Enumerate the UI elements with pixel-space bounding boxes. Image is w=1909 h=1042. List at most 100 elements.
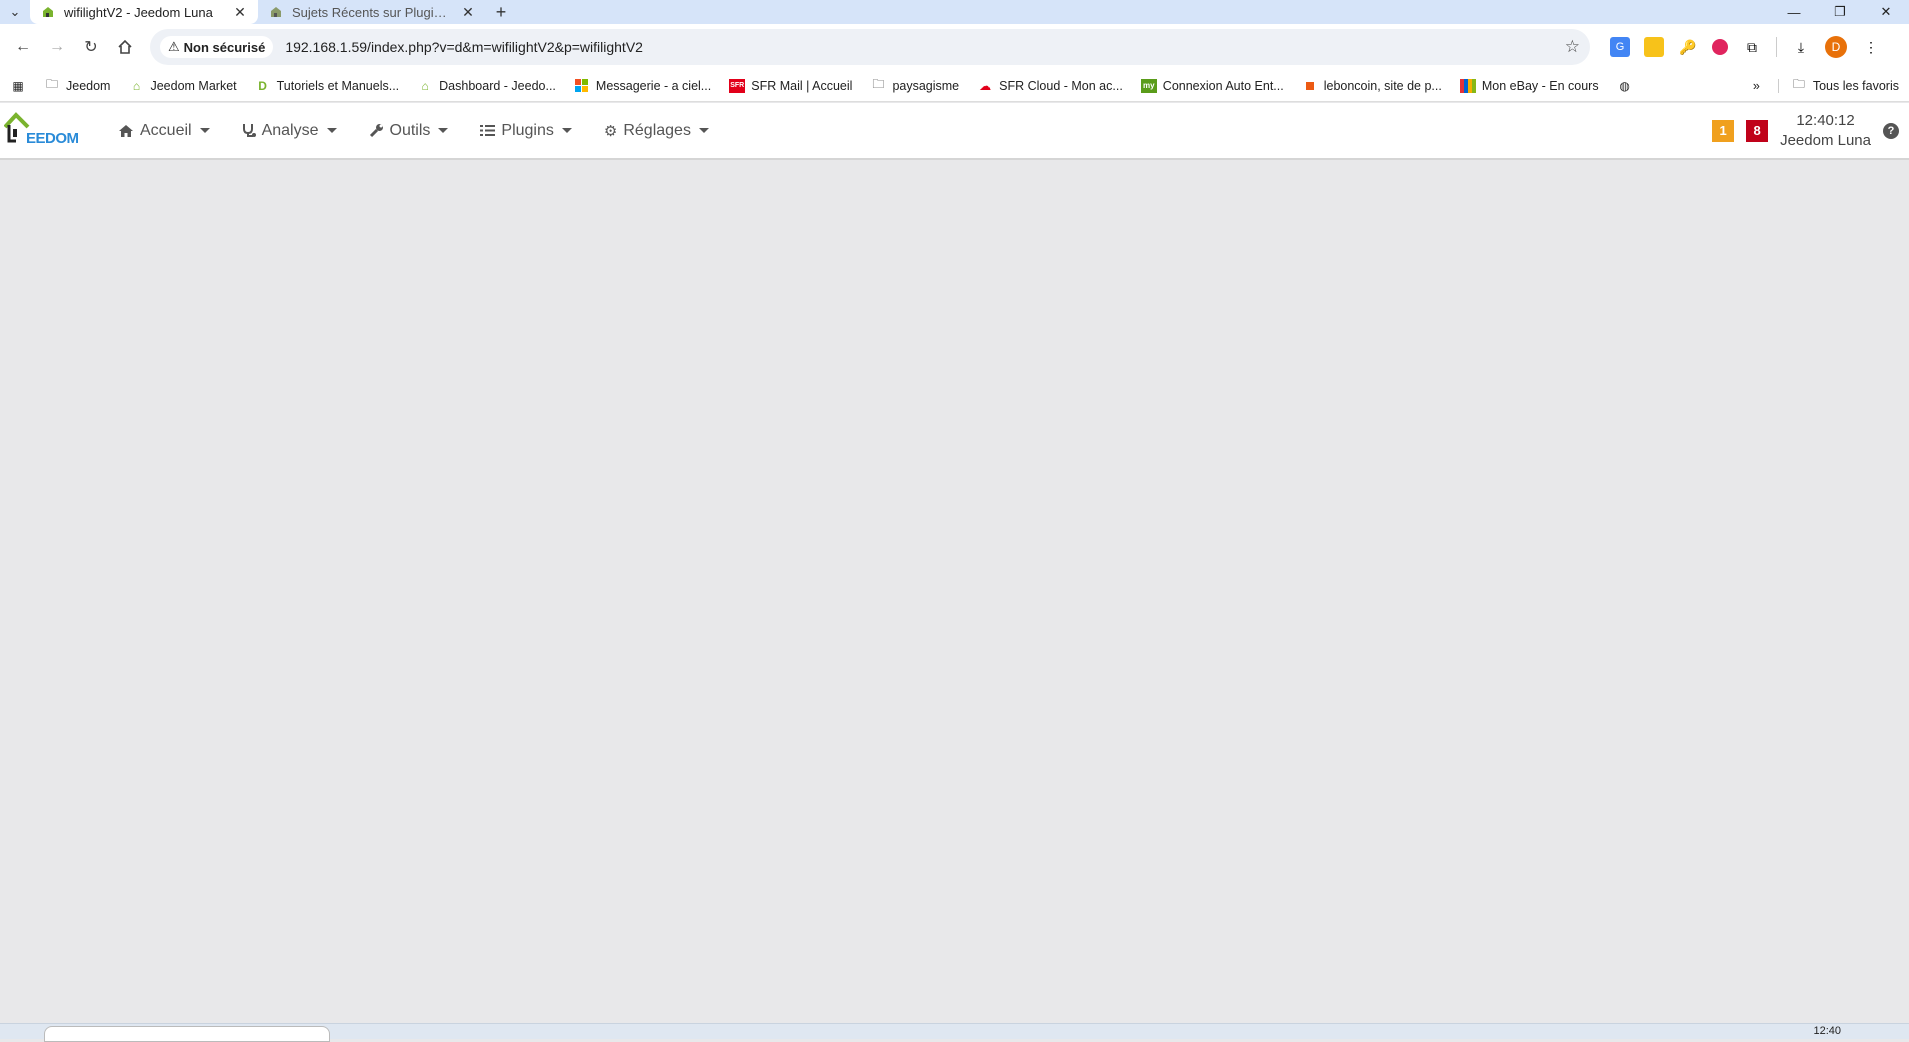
home-button[interactable] xyxy=(108,30,142,64)
leboncoin-icon xyxy=(1302,79,1318,93)
home-icon xyxy=(118,39,132,54)
bookmark-ebay[interactable]: Mon eBay - En cours xyxy=(1459,78,1599,93)
browser-tab-strip: ⌄ wifilightV2 - Jeedom Luna ✕ Sujets Réc… xyxy=(0,0,1909,24)
url-text[interactable]: 192.168.1.59/index.php?v=d&m=wifilightV2… xyxy=(285,39,1564,55)
caret-down-icon xyxy=(698,128,709,133)
forward-button[interactable]: → xyxy=(40,30,74,64)
jeedom-icon: ⌂ xyxy=(421,78,429,93)
menu-accueil[interactable]: Accueil xyxy=(102,102,226,159)
extension-red-icon[interactable] xyxy=(1712,39,1728,55)
plus-icon: + xyxy=(495,1,507,22)
chevron-down-icon: ⌄ xyxy=(9,4,21,19)
cloud-icon: ☁ xyxy=(979,78,992,93)
browser-toolbar: ← → ↻ ⚠ Non sécurisé 192.168.1.59/index.… xyxy=(0,24,1909,70)
jeedom-logo[interactable]: EEDOM xyxy=(4,111,86,151)
bookmark-globe[interactable]: ◍ xyxy=(1617,79,1633,93)
help-icon[interactable]: ? xyxy=(1883,122,1899,139)
bookmark-sfr-mail[interactable]: SFR SFR Mail | Accueil xyxy=(729,78,852,93)
key-icon[interactable]: 🔑 xyxy=(1678,37,1698,57)
download-icon[interactable]: ⤓ xyxy=(1791,37,1811,57)
menu-plugins[interactable]: Plugins xyxy=(464,102,587,159)
jeedom-icon: ⌂ xyxy=(132,78,141,93)
tab-search-button[interactable]: ⌄ xyxy=(0,0,30,24)
folder-icon: 🗀 xyxy=(1792,77,1805,91)
bookmark-dashboard[interactable]: ⌂ Dashboard - Jeedo... xyxy=(417,79,556,93)
bookmark-paysagisme[interactable]: 🗀 paysagisme xyxy=(870,77,959,93)
ebay-icon xyxy=(1459,78,1476,93)
kebab-menu-icon[interactable]: ⋮ xyxy=(1861,37,1881,57)
bookmark-tutoriels[interactable]: D Tutoriels et Manuels... xyxy=(255,78,399,93)
caret-down-icon xyxy=(561,128,572,133)
browser-tab-active[interactable]: wifilightV2 - Jeedom Luna ✕ xyxy=(30,0,258,24)
close-window-icon[interactable]: ✕ xyxy=(1863,0,1909,24)
menu-outils[interactable]: Outils xyxy=(353,102,465,159)
back-button[interactable]: ← xyxy=(6,30,40,64)
microsoft-icon xyxy=(574,79,590,93)
clock-time: 12:40:12 xyxy=(1796,111,1855,129)
caret-down-icon xyxy=(438,128,449,133)
warning-icon: ⚠ xyxy=(168,39,180,54)
bookmarks-bar: ▦ 🗀 Jeedom ⌂ Jeedom Market D Tutoriels et M… xyxy=(0,70,1909,102)
caret-down-icon xyxy=(199,128,210,133)
new-tab-button[interactable]: + xyxy=(486,0,516,24)
taskbar-search-box[interactable] xyxy=(44,1026,330,1042)
divider xyxy=(1776,37,1777,57)
my-icon: my xyxy=(1140,78,1157,93)
bookmark-jeedom[interactable]: 🗀 Jeedom xyxy=(44,77,111,93)
chevron-double-right-icon[interactable]: » xyxy=(1753,79,1760,93)
warning-count-badge[interactable]: 1 xyxy=(1712,119,1735,142)
bookmark-sfr-cloud[interactable]: ☁ SFR Cloud - Mon ac... xyxy=(977,79,1123,93)
browser-tab[interactable]: Sujets Récents sur Plugins/Objets ✕ xyxy=(258,0,486,24)
puzzle-icon[interactable]: ⧉ xyxy=(1742,37,1762,57)
brand-text: EEDOM xyxy=(26,129,79,147)
d-icon: D xyxy=(258,78,267,93)
address-bar[interactable]: ⚠ Non sécurisé 192.168.1.59/index.php?v=… xyxy=(150,29,1590,65)
globe-icon: ◍ xyxy=(1619,78,1630,93)
bookmarks-right: » 🗀 Tous les favoris xyxy=(1753,77,1899,93)
close-icon[interactable]: ✕ xyxy=(232,4,248,21)
wrench-icon xyxy=(369,124,383,138)
translate-icon[interactable]: G xyxy=(1610,37,1630,57)
alert-count-badge[interactable]: 8 xyxy=(1746,119,1769,142)
bookmark-leboncoin[interactable]: leboncoin, site de p... xyxy=(1302,79,1442,93)
minimize-icon[interactable]: — xyxy=(1771,0,1817,24)
menu-reglages[interactable]: ⚙ Réglages xyxy=(588,102,725,159)
jeedom-navbar: EEDOM Accueil Analyse Outils Plugins ⚙ R… xyxy=(0,103,1909,160)
tab-title: wifilightV2 - Jeedom Luna xyxy=(64,4,213,20)
os-taskbar: 12:40 xyxy=(0,1023,1909,1042)
gear-icon: ⚙ xyxy=(603,122,618,140)
profile-avatar[interactable]: D xyxy=(1825,36,1847,58)
navbar-right: 1 8 12:40:12 Jeedom Luna ? xyxy=(1712,111,1909,151)
apps-button[interactable]: ▦ xyxy=(10,79,26,93)
system-name: Jeedom Luna xyxy=(1780,131,1871,149)
restore-icon[interactable]: ❐ xyxy=(1817,0,1863,24)
sfr-icon: SFR xyxy=(729,78,746,93)
extension-yellow-icon[interactable] xyxy=(1644,37,1664,57)
clock-box: 12:40:12 Jeedom Luna xyxy=(1780,111,1871,151)
home-icon xyxy=(119,124,133,137)
grid-icon: ▦ xyxy=(12,78,24,93)
bookmark-jeedom-market[interactable]: ⌂ Jeedom Market xyxy=(128,78,237,93)
jeedom-house-icon xyxy=(4,111,30,142)
all-bookmarks-folder[interactable]: 🗀 Tous les favoris xyxy=(1777,77,1899,93)
close-icon[interactable]: ✕ xyxy=(460,4,476,21)
arrow-right-icon: → xyxy=(49,38,65,55)
window-controls: — ❐ ✕ xyxy=(1771,0,1909,24)
taskbar-clock: 12:40 xyxy=(1813,1025,1841,1037)
list-icon xyxy=(480,125,496,136)
bookmark-connexion-auto[interactable]: my Connexion Auto Ent... xyxy=(1140,78,1284,93)
arrow-left-icon: ← xyxy=(15,38,31,55)
extensions-area: G 🔑 ⧉ ⤓ D ⋮ xyxy=(1610,36,1881,58)
reload-icon: ↻ xyxy=(84,39,98,56)
star-icon[interactable]: ☆ xyxy=(1565,37,1580,57)
tab-title: Sujets Récents sur Plugins/Objets xyxy=(292,4,452,20)
security-chip[interactable]: ⚠ Non sécurisé xyxy=(160,36,274,58)
reload-button[interactable]: ↻ xyxy=(74,30,108,64)
folder-icon: 🗀 xyxy=(45,77,58,91)
bookmark-messagerie[interactable]: Messagerie - a ciel... xyxy=(574,79,711,93)
main-menu: Accueil Analyse Outils Plugins ⚙ Réglage… xyxy=(102,102,725,159)
menu-analyse[interactable]: Analyse xyxy=(226,102,353,159)
stethoscope-icon xyxy=(242,124,256,137)
jeedom-favicon-icon xyxy=(40,4,56,20)
jeedom-favicon-icon xyxy=(268,4,284,20)
